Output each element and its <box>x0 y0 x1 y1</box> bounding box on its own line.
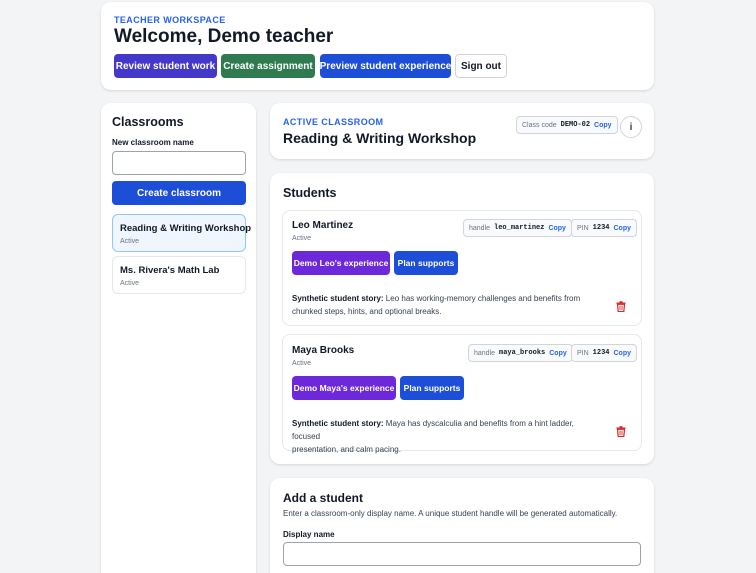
add-student-card: Add a student Enter a classroom-only dis… <box>270 478 654 573</box>
classrooms-title: Classrooms <box>112 115 184 129</box>
pin-label: PIN <box>577 224 589 232</box>
trash-icon[interactable] <box>616 426 626 437</box>
classrooms-sidebar: Classrooms New classroom name Create cla… <box>101 103 256 573</box>
display-name-input[interactable] <box>283 542 641 566</box>
class-code-label: Class code <box>522 121 557 129</box>
active-classroom-card: ACTIVE CLASSROOM Reading & Writing Works… <box>270 103 654 159</box>
classroom-item-name: Reading & Writing Workshop <box>120 223 252 234</box>
handle-value: leo_martinez <box>494 224 545 232</box>
pin-value: 1234 <box>592 349 610 357</box>
student-card-leo: Leo Martinez Active handle leo_martinez … <box>282 210 642 326</box>
demo-student-experience-button[interactable]: Demo Leo's experience <box>292 251 390 275</box>
classroom-item-status: Active <box>120 280 140 287</box>
class-code-chip: Class code DEMO-02 Copy <box>516 116 618 134</box>
student-card-maya: Maya Brooks Active handle maya_brooks Co… <box>282 334 642 454</box>
active-classroom-eyebrow: ACTIVE CLASSROOM <box>283 117 384 127</box>
classroom-item-math-lab[interactable]: Ms. Rivera's Math Lab Active <box>112 256 246 294</box>
student-pin-chip: PIN 1234 Copy <box>571 219 637 237</box>
add-student-title: Add a student <box>283 491 363 505</box>
classroom-item-name: Ms. Rivera's Math Lab <box>120 265 220 276</box>
header-card: TEACHER WORKSPACE Welcome, Demo teacher … <box>101 2 654 90</box>
active-classroom-title: Reading & Writing Workshop <box>283 130 477 146</box>
handle-label: handle <box>469 224 491 232</box>
new-classroom-input[interactable] <box>112 151 246 175</box>
classroom-item-status: Active <box>120 238 140 245</box>
students-card: Students Leo Martinez Active handle leo_… <box>270 173 654 464</box>
handle-value: maya_brooks <box>499 349 546 357</box>
story-line2: presentation, and calm pacing. <box>292 445 401 454</box>
trash-icon[interactable] <box>616 301 626 312</box>
sign-out-button[interactable]: Sign out <box>455 54 507 78</box>
story-label: Synthetic student story: <box>292 294 384 303</box>
info-icon[interactable]: i <box>620 116 642 138</box>
preview-student-experience-button[interactable]: Preview student experience <box>320 54 451 78</box>
demo-student-experience-button[interactable]: Demo Maya's experience <box>292 376 396 400</box>
copy-pin-button[interactable]: Copy <box>613 350 631 357</box>
create-classroom-button[interactable]: Create classroom <box>112 181 246 205</box>
student-status: Active <box>292 235 312 242</box>
student-pin-chip: PIN 1234 Copy <box>571 344 637 362</box>
create-assignment-button[interactable]: Create assignment <box>221 54 315 78</box>
student-name: Maya Brooks <box>292 345 355 356</box>
plan-supports-button[interactable]: Plan supports <box>394 251 458 275</box>
copy-class-code-button[interactable]: Copy <box>594 122 612 129</box>
plan-supports-button[interactable]: Plan supports <box>400 376 464 400</box>
page-title: Welcome, Demo teacher <box>114 26 334 47</box>
class-code-value: DEMO-02 <box>560 121 591 129</box>
new-classroom-label: New classroom name <box>112 138 194 147</box>
review-student-work-button[interactable]: Review student work <box>114 54 217 78</box>
student-story: Synthetic student story: Maya has dyscal… <box>292 417 602 456</box>
student-handle-chip: handle maya_brooks Copy <box>468 344 573 362</box>
copy-handle-button[interactable]: Copy <box>548 225 566 232</box>
copy-handle-button[interactable]: Copy <box>549 350 567 357</box>
student-handle-chip: handle leo_martinez Copy <box>463 219 572 237</box>
copy-pin-button[interactable]: Copy <box>613 225 631 232</box>
story-line2: chunked steps, hints, and optional break… <box>292 307 442 316</box>
add-student-description: Enter a classroom-only display name. A u… <box>283 509 618 518</box>
classroom-item-reading-writing[interactable]: Reading & Writing Workshop Active <box>112 214 251 252</box>
story-line1: Leo has working-memory challenges and be… <box>383 294 581 303</box>
pin-value: 1234 <box>592 224 610 232</box>
student-name: Leo Martinez <box>292 220 354 231</box>
student-status: Active <box>292 360 312 367</box>
display-name-label: Display name <box>283 530 335 539</box>
workspace-eyebrow: TEACHER WORKSPACE <box>114 15 226 25</box>
story-label: Synthetic student story: <box>292 419 384 428</box>
pin-label: PIN <box>577 349 589 357</box>
student-story: Synthetic student story: Leo has working… <box>292 292 592 318</box>
info-icon-glyph: i <box>629 121 633 133</box>
handle-label: handle <box>474 349 496 357</box>
students-title: Students <box>283 186 337 200</box>
